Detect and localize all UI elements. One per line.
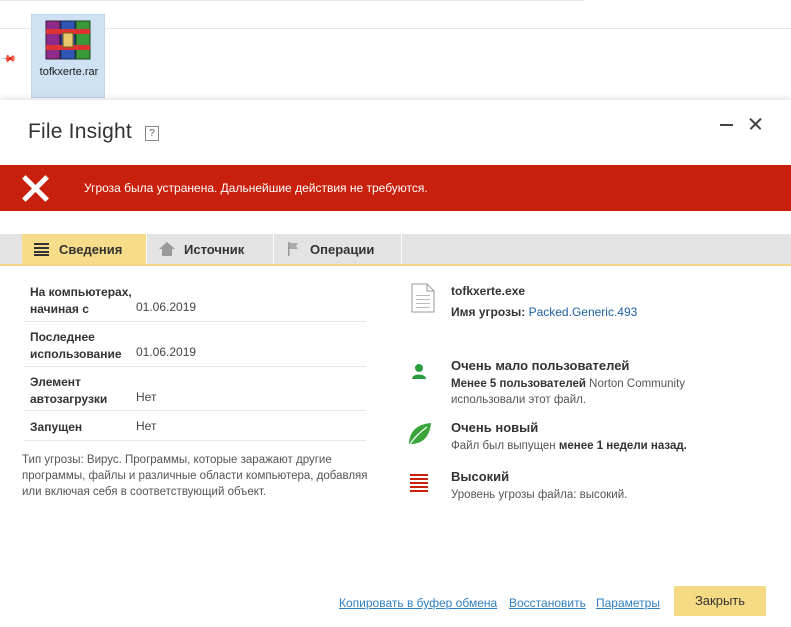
detail-value: Нет [136, 390, 157, 404]
risk-text: Уровень угрозы файла: высокий. [451, 489, 628, 501]
tab-source[interactable]: Источник [147, 234, 274, 264]
detail-key: На компьютерах, начиная с [30, 285, 132, 316]
age-period: менее 1 недели назад. [558, 440, 687, 452]
tab-label: Операции [310, 242, 375, 257]
tab-operations[interactable]: Операции [274, 234, 402, 264]
detail-value: 01.06.2019 [136, 300, 197, 314]
file-name: tofkxerte.exe [451, 284, 526, 298]
risk-level-icon [410, 474, 428, 492]
detail-key: Элемент автозагрузки [30, 375, 108, 406]
file-insight-dialog: File Insight ? Угроза была устранена. Да… [0, 100, 791, 627]
leaf-icon [409, 423, 431, 445]
tab-details[interactable]: Сведения [22, 234, 147, 264]
users-used: использовали этот файл. [451, 394, 587, 406]
users-text: Менее 5 пользователей Norton Community и… [451, 376, 685, 408]
detail-key: Запущен [30, 420, 83, 434]
age-info: Очень новый Файл был выпущен менее 1 нед… [451, 420, 687, 454]
minimize-button[interactable] [718, 112, 736, 134]
desktop: 📌 tofkxerte.rar [0, 0, 791, 100]
detail-row: Запущен Нет [24, 410, 366, 441]
file-icon [411, 283, 435, 313]
home-icon [159, 242, 175, 256]
detail-row: Элемент автозагрузки Нет [24, 366, 366, 411]
users-count: Менее 5 пользователей [451, 378, 586, 390]
threat-description: Тип угрозы: Вирус. Программы, которые за… [22, 454, 368, 498]
threat-name-link[interactable]: Packed.Generic.493 [529, 305, 638, 319]
settings-link[interactable]: Параметры [596, 596, 660, 610]
detail-value: 01.06.2019 [136, 345, 197, 359]
tab-label: Сведения [59, 242, 123, 257]
tab-bar: Сведения Источник Операции [0, 234, 791, 266]
desktop-divider [0, 28, 791, 29]
detail-value: Нет [136, 419, 157, 433]
winrar-archive-icon [45, 20, 91, 60]
age-released: Файл был выпущен [451, 440, 559, 452]
alert-message: Угроза была устранена. Дальнейшие действ… [84, 181, 428, 195]
risk-info: Высокий Уровень угрозы файла: высокий. [451, 469, 627, 503]
detail-row: На компьютерах, начиная с 01.06.2019 [24, 276, 366, 322]
close-button[interactable]: Закрыть [674, 586, 766, 616]
copy-to-clipboard-link[interactable]: Копировать в буфер обмена [339, 596, 497, 610]
flag-icon [288, 242, 298, 256]
desktop-divider [0, 0, 584, 1]
user-icon [412, 364, 426, 379]
users-info: Очень мало пользователей Менее 5 пользов… [451, 358, 685, 408]
detail-row: Последнее использование 01.06.2019 [24, 321, 366, 367]
list-icon [34, 243, 49, 256]
dialog-title: File Insight [28, 120, 132, 143]
tab-label: Источник [184, 242, 245, 257]
users-community: Norton Community [585, 378, 686, 390]
threat-alert-banner: Угроза была устранена. Дальнейшие действ… [0, 165, 791, 211]
threat-name-line: Имя угрозы: Packed.Generic.493 [451, 305, 637, 319]
close-window-button[interactable] [746, 112, 766, 134]
error-x-icon [22, 175, 49, 202]
risk-title: Высокий [451, 469, 510, 484]
desktop-file-icon[interactable]: tofkxerte.rar [31, 14, 105, 98]
restore-link[interactable]: Восстановить [509, 596, 586, 610]
users-title: Очень мало пользователей [451, 358, 630, 373]
pin-icon: 📌 [0, 51, 17, 68]
desktop-file-label: tofkxerte.rar [39, 66, 99, 78]
help-icon[interactable]: ? [145, 126, 159, 141]
threat-label: Имя угрозы: [451, 305, 526, 319]
age-title: Очень новый [451, 420, 539, 435]
detail-key: Последнее использование [30, 330, 122, 361]
age-text: Файл был выпущен менее 1 недели назад. [451, 438, 687, 454]
